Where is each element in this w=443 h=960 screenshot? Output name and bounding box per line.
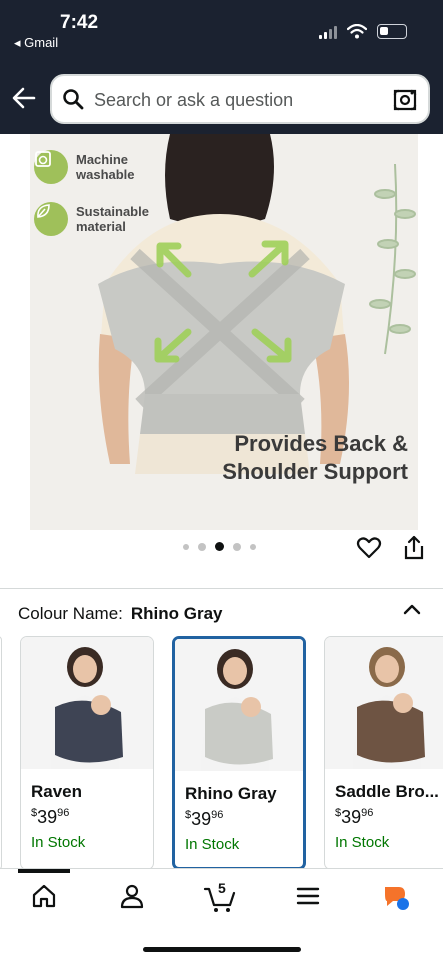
price-cents: 96 xyxy=(361,807,374,819)
colour-label: Colour Name: xyxy=(18,604,123,623)
carousel-dot[interactable] xyxy=(233,542,241,551)
carousel-dot-active[interactable] xyxy=(215,542,224,551)
price-cents: 96 xyxy=(211,809,224,821)
bottom-navigation: 5 xyxy=(0,868,443,960)
chevron-up-icon[interactable] xyxy=(403,602,421,616)
status-time: 7:42 xyxy=(60,12,99,33)
swatch-image xyxy=(325,637,443,769)
image-carousel-dots[interactable] xyxy=(183,542,256,551)
colour-swatch-rhino-gray[interactable]: Rhino Gray $3996 In Stock xyxy=(172,636,306,870)
colour-name-row: Colour Name: Rhino Gray xyxy=(18,604,223,624)
swatch-price: $3996 xyxy=(185,809,224,829)
carousel-dot[interactable] xyxy=(198,542,206,551)
menu-icon xyxy=(296,887,320,905)
search-placeholder: Search or ask a question xyxy=(94,90,294,110)
search-icon xyxy=(63,89,84,110)
price-dollars: 39 xyxy=(191,809,212,829)
nav-home[interactable] xyxy=(24,883,64,913)
nav-menu[interactable] xyxy=(288,883,328,913)
caption-line: Shoulder Support xyxy=(222,459,408,484)
home-indicator-bar xyxy=(143,947,301,952)
home-icon xyxy=(32,884,56,908)
badge-label: Sustainable material xyxy=(76,204,149,234)
back-arrow-icon[interactable] xyxy=(10,84,38,112)
section-divider xyxy=(0,588,443,589)
swatch-image xyxy=(175,639,303,771)
caption-line: Provides Back & xyxy=(234,431,408,456)
wifi-icon xyxy=(347,24,367,39)
status-bar: 7:42 ◂ Gmail xyxy=(0,0,443,62)
nav-rufus-assistant[interactable] xyxy=(376,883,416,913)
active-tab-indicator xyxy=(18,869,70,873)
colour-swatch-saddle-brown[interactable]: Saddle Bro... $3996 In Stock xyxy=(324,636,443,870)
swatch-price: $3996 xyxy=(31,807,70,827)
share-icon[interactable] xyxy=(403,535,425,561)
sustainable-material-badge: Sustainable material xyxy=(34,202,166,236)
camera-search-icon[interactable] xyxy=(392,87,418,113)
search-header: Search or ask a question xyxy=(0,62,443,134)
badge-label: Machine washable xyxy=(76,152,135,182)
status-icons xyxy=(319,24,407,39)
stock-status: In Stock xyxy=(335,834,390,851)
washing-machine-icon xyxy=(34,150,68,184)
price-dollars: 39 xyxy=(37,807,58,827)
hero-caption: Provides Back & Shoulder Support xyxy=(222,430,408,486)
product-image[interactable]: Machine washable Sustainable material Pr… xyxy=(0,134,443,530)
stock-status: In Stock xyxy=(31,834,86,851)
carousel-dot[interactable] xyxy=(250,543,256,550)
price-cents: 96 xyxy=(57,807,70,819)
swatch-name: Saddle Bro... xyxy=(335,782,439,801)
back-to-gmail-link[interactable]: ◂ Gmail xyxy=(14,35,58,51)
carousel-dot[interactable] xyxy=(183,543,189,550)
battery-icon xyxy=(377,24,407,39)
machine-washable-badge: Machine washable xyxy=(34,150,166,184)
swatch-name: Raven xyxy=(31,782,83,801)
swatch-name: Rhino Gray xyxy=(185,784,277,803)
user-icon xyxy=(120,884,144,909)
nav-cart[interactable]: 5 xyxy=(200,880,240,913)
swatch-price: $3996 xyxy=(335,807,374,827)
search-input[interactable]: Search or ask a question xyxy=(50,74,430,124)
swatch-image xyxy=(21,637,153,769)
colour-swatch-raven[interactable]: Raven $3996 In Stock xyxy=(20,636,154,870)
heart-icon[interactable] xyxy=(356,535,382,561)
signal-icon xyxy=(319,25,337,39)
colour-value: Rhino Gray xyxy=(130,604,223,623)
price-dollars: 39 xyxy=(341,807,362,827)
rufus-assistant-icon xyxy=(385,887,409,910)
stock-status: In Stock xyxy=(185,836,240,853)
nav-account[interactable] xyxy=(112,883,152,913)
leaf-icon xyxy=(34,202,68,236)
cart-count: 5 xyxy=(218,880,226,896)
previous-colour-swatch[interactable] xyxy=(0,636,2,870)
